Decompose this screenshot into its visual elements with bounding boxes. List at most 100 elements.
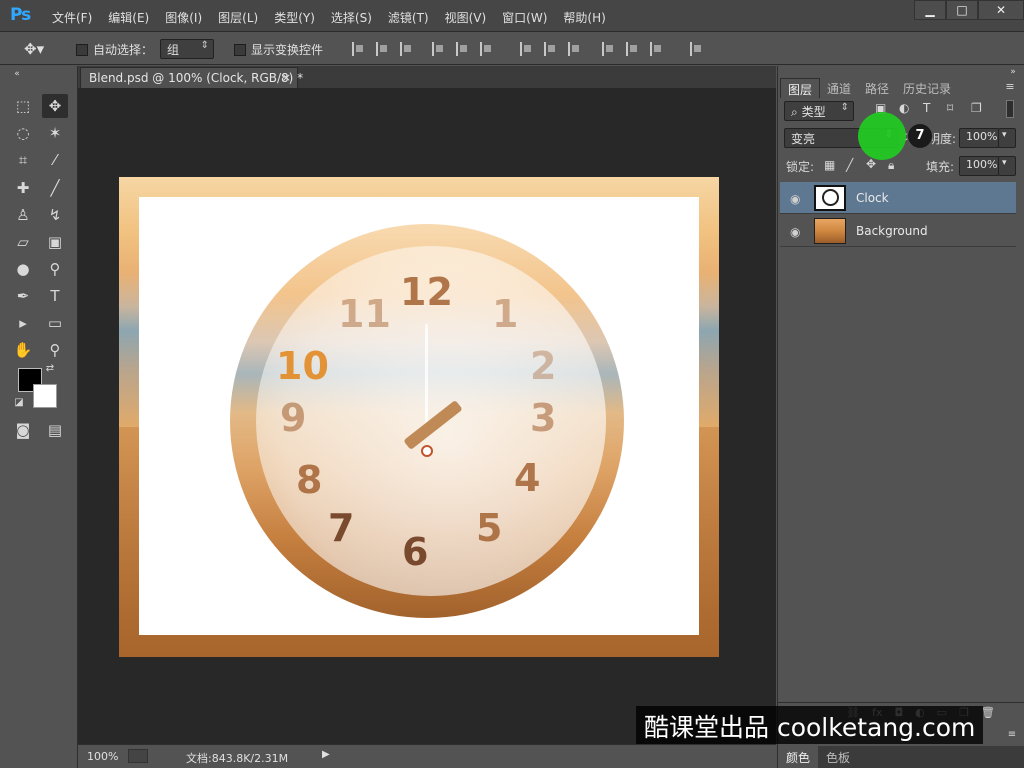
lock-pixels-icon[interactable]: ╱ xyxy=(846,158,853,172)
menu-type[interactable]: 类型(Y) xyxy=(266,9,323,26)
minimize-button[interactable]: ▁ xyxy=(914,0,946,20)
maximize-button[interactable]: □ xyxy=(946,0,978,20)
dropdown-arrow-icon: ⇕ xyxy=(200,40,209,51)
blur-tool-icon[interactable]: ● xyxy=(10,257,36,281)
align-left-icon[interactable] xyxy=(432,42,446,56)
type-filter-icon[interactable]: T xyxy=(923,101,930,115)
lock-transparent-icon[interactable]: ▦ xyxy=(824,158,835,172)
menu-view[interactable]: 视图(V) xyxy=(437,9,495,26)
auto-select-checkbox[interactable] xyxy=(76,43,88,56)
menu-image[interactable]: 图像(I) xyxy=(157,9,210,26)
distribute-left-icon[interactable] xyxy=(602,42,616,56)
distribute-vcenter-icon[interactable] xyxy=(544,42,558,56)
distribute-hcenter-icon[interactable] xyxy=(626,42,640,56)
clock-number: 11 xyxy=(338,292,391,336)
collapse-color-panel-icon[interactable]: ≡ xyxy=(1004,728,1020,742)
lasso-tool-icon[interactable]: ◌ xyxy=(10,121,36,145)
rectangle-tool-icon[interactable]: ▭ xyxy=(42,311,68,335)
clock-number: 8 xyxy=(296,458,323,502)
lock-all-icon[interactable]: 🔒︎ xyxy=(888,158,894,173)
magic-wand-tool-icon[interactable]: ✶ xyxy=(42,121,68,145)
swap-colors-icon[interactable]: ⇄ xyxy=(43,362,57,376)
shape-filter-icon[interactable]: ⌑ xyxy=(947,101,953,115)
tab-paths[interactable]: 路径 xyxy=(858,78,896,98)
eraser-tool-icon[interactable]: ▱ xyxy=(10,230,36,254)
close-tab-icon[interactable]: × xyxy=(282,71,291,84)
opacity-arrow-icon[interactable]: ▾ xyxy=(998,128,1016,148)
align-right-icon[interactable] xyxy=(480,42,494,56)
canvas-area[interactable]: 12 11 1 10 2 9 3 8 4 7 5 6 xyxy=(78,88,776,744)
panel-menu-icon[interactable]: ≡ xyxy=(1000,79,1020,95)
layer-filter-dropdown[interactable]: ⌕ 类型 ⇕ xyxy=(784,101,854,121)
auto-select-dropdown[interactable]: 组 ⇕ xyxy=(160,39,214,59)
menu-filter[interactable]: 滤镜(T) xyxy=(380,9,437,26)
hand-tool-icon[interactable]: ✋ xyxy=(10,338,36,362)
auto-select-option[interactable]: 自动选择： xyxy=(76,41,153,58)
path-selection-tool-icon[interactable]: ▸ xyxy=(10,311,36,335)
align-bottom-icon[interactable] xyxy=(400,42,414,56)
auto-align-icon[interactable] xyxy=(690,42,704,56)
align-top-icon[interactable] xyxy=(352,42,366,56)
menu-window[interactable]: 窗口(W) xyxy=(494,9,555,26)
brush-tool-icon[interactable]: ╱ xyxy=(42,176,68,200)
layer-name[interactable]: Background xyxy=(856,224,928,238)
dodge-tool-icon[interactable]: ⚲ xyxy=(42,257,68,281)
clone-stamp-tool-icon[interactable]: ♙ xyxy=(10,203,36,227)
history-brush-tool-icon[interactable]: ↯ xyxy=(42,203,68,227)
distribute-bottom-icon[interactable] xyxy=(568,42,582,56)
close-button[interactable]: ✕ xyxy=(978,0,1024,20)
fill-field[interactable]: 100% xyxy=(959,156,999,176)
document-canvas[interactable]: 12 11 1 10 2 9 3 8 4 7 5 6 xyxy=(119,177,719,657)
default-colors-icon[interactable]: ◪ xyxy=(12,396,26,410)
screen-mode-icon[interactable]: ▤ xyxy=(42,418,68,442)
collapse-toolbox-icon[interactable]: « xyxy=(4,68,30,80)
document-tab-bar: Blend.psd @ 100% (Clock, RGB/8) * × xyxy=(78,66,776,88)
tab-layers[interactable]: 图层 xyxy=(780,78,821,98)
type-tool-icon[interactable]: T xyxy=(42,284,68,308)
move-tool-icon[interactable]: ✥ xyxy=(42,94,68,118)
menu-help[interactable]: 帮助(H) xyxy=(555,9,613,26)
filter-toggle[interactable] xyxy=(1006,100,1014,118)
menu-select[interactable]: 选择(S) xyxy=(323,9,380,26)
show-transform-checkbox[interactable] xyxy=(234,43,246,56)
adjustment-filter-icon[interactable]: ◐ xyxy=(899,101,909,115)
quick-mask-icon[interactable]: ◙ xyxy=(10,418,36,442)
menu-edit[interactable]: 编辑(E) xyxy=(100,9,157,26)
marquee-tool-icon[interactable]: ⬚ xyxy=(10,94,36,118)
fill-arrow-icon[interactable]: ▾ xyxy=(998,156,1016,176)
visibility-eye-icon[interactable]: ◉ xyxy=(790,225,800,239)
status-preview-icon[interactable] xyxy=(128,749,148,763)
crop-tool-icon[interactable]: ⌗ xyxy=(10,148,36,172)
photoshop-logo: Ps xyxy=(10,5,31,25)
tab-swatches[interactable]: 色板 xyxy=(818,746,858,768)
healing-brush-tool-icon[interactable]: ✚ xyxy=(10,176,36,200)
menu-file[interactable]: 文件(F) xyxy=(44,9,100,26)
document-tab[interactable]: Blend.psd @ 100% (Clock, RGB/8) * × xyxy=(80,67,303,88)
status-menu-arrow-icon[interactable]: ▶ xyxy=(322,749,330,760)
clock-number: 7 xyxy=(328,506,355,550)
tab-history[interactable]: 历史记录 xyxy=(896,78,958,98)
opacity-field[interactable]: 100% xyxy=(959,128,999,148)
visibility-eye-icon[interactable]: ◉ xyxy=(790,192,800,206)
collapse-panel-icon[interactable]: » xyxy=(1006,66,1020,78)
options-bar: ✥▾ 自动选择： 组 ⇕ 显示变换控件 xyxy=(0,33,1024,65)
zoom-tool-icon[interactable]: ⚲ xyxy=(42,338,68,362)
move-tool-preset-icon[interactable]: ✥▾ xyxy=(24,40,44,58)
pen-tool-icon[interactable]: ✒ xyxy=(10,284,36,308)
show-transform-option[interactable]: 显示变换控件 xyxy=(234,41,323,58)
align-vcenter-icon[interactable] xyxy=(376,42,390,56)
distribute-top-icon[interactable] xyxy=(520,42,534,56)
layer-row-clock[interactable]: ◉ Clock xyxy=(780,182,1016,214)
align-hcenter-icon[interactable] xyxy=(456,42,470,56)
background-color-swatch[interactable] xyxy=(33,384,57,408)
smart-object-filter-icon[interactable]: ❐ xyxy=(971,101,982,115)
distribute-right-icon[interactable] xyxy=(650,42,664,56)
gradient-tool-icon[interactable]: ▣ xyxy=(42,230,68,254)
eyedropper-tool-icon[interactable]: ⁄ xyxy=(42,148,68,172)
layer-row-background[interactable]: ◉ Background xyxy=(780,215,1016,247)
tab-color[interactable]: 颜色 xyxy=(778,746,819,768)
zoom-level[interactable]: 100% xyxy=(87,750,118,763)
tab-channels[interactable]: 通道 xyxy=(820,78,858,98)
layer-name[interactable]: Clock xyxy=(856,191,889,205)
menu-layer[interactable]: 图层(L) xyxy=(210,9,266,26)
